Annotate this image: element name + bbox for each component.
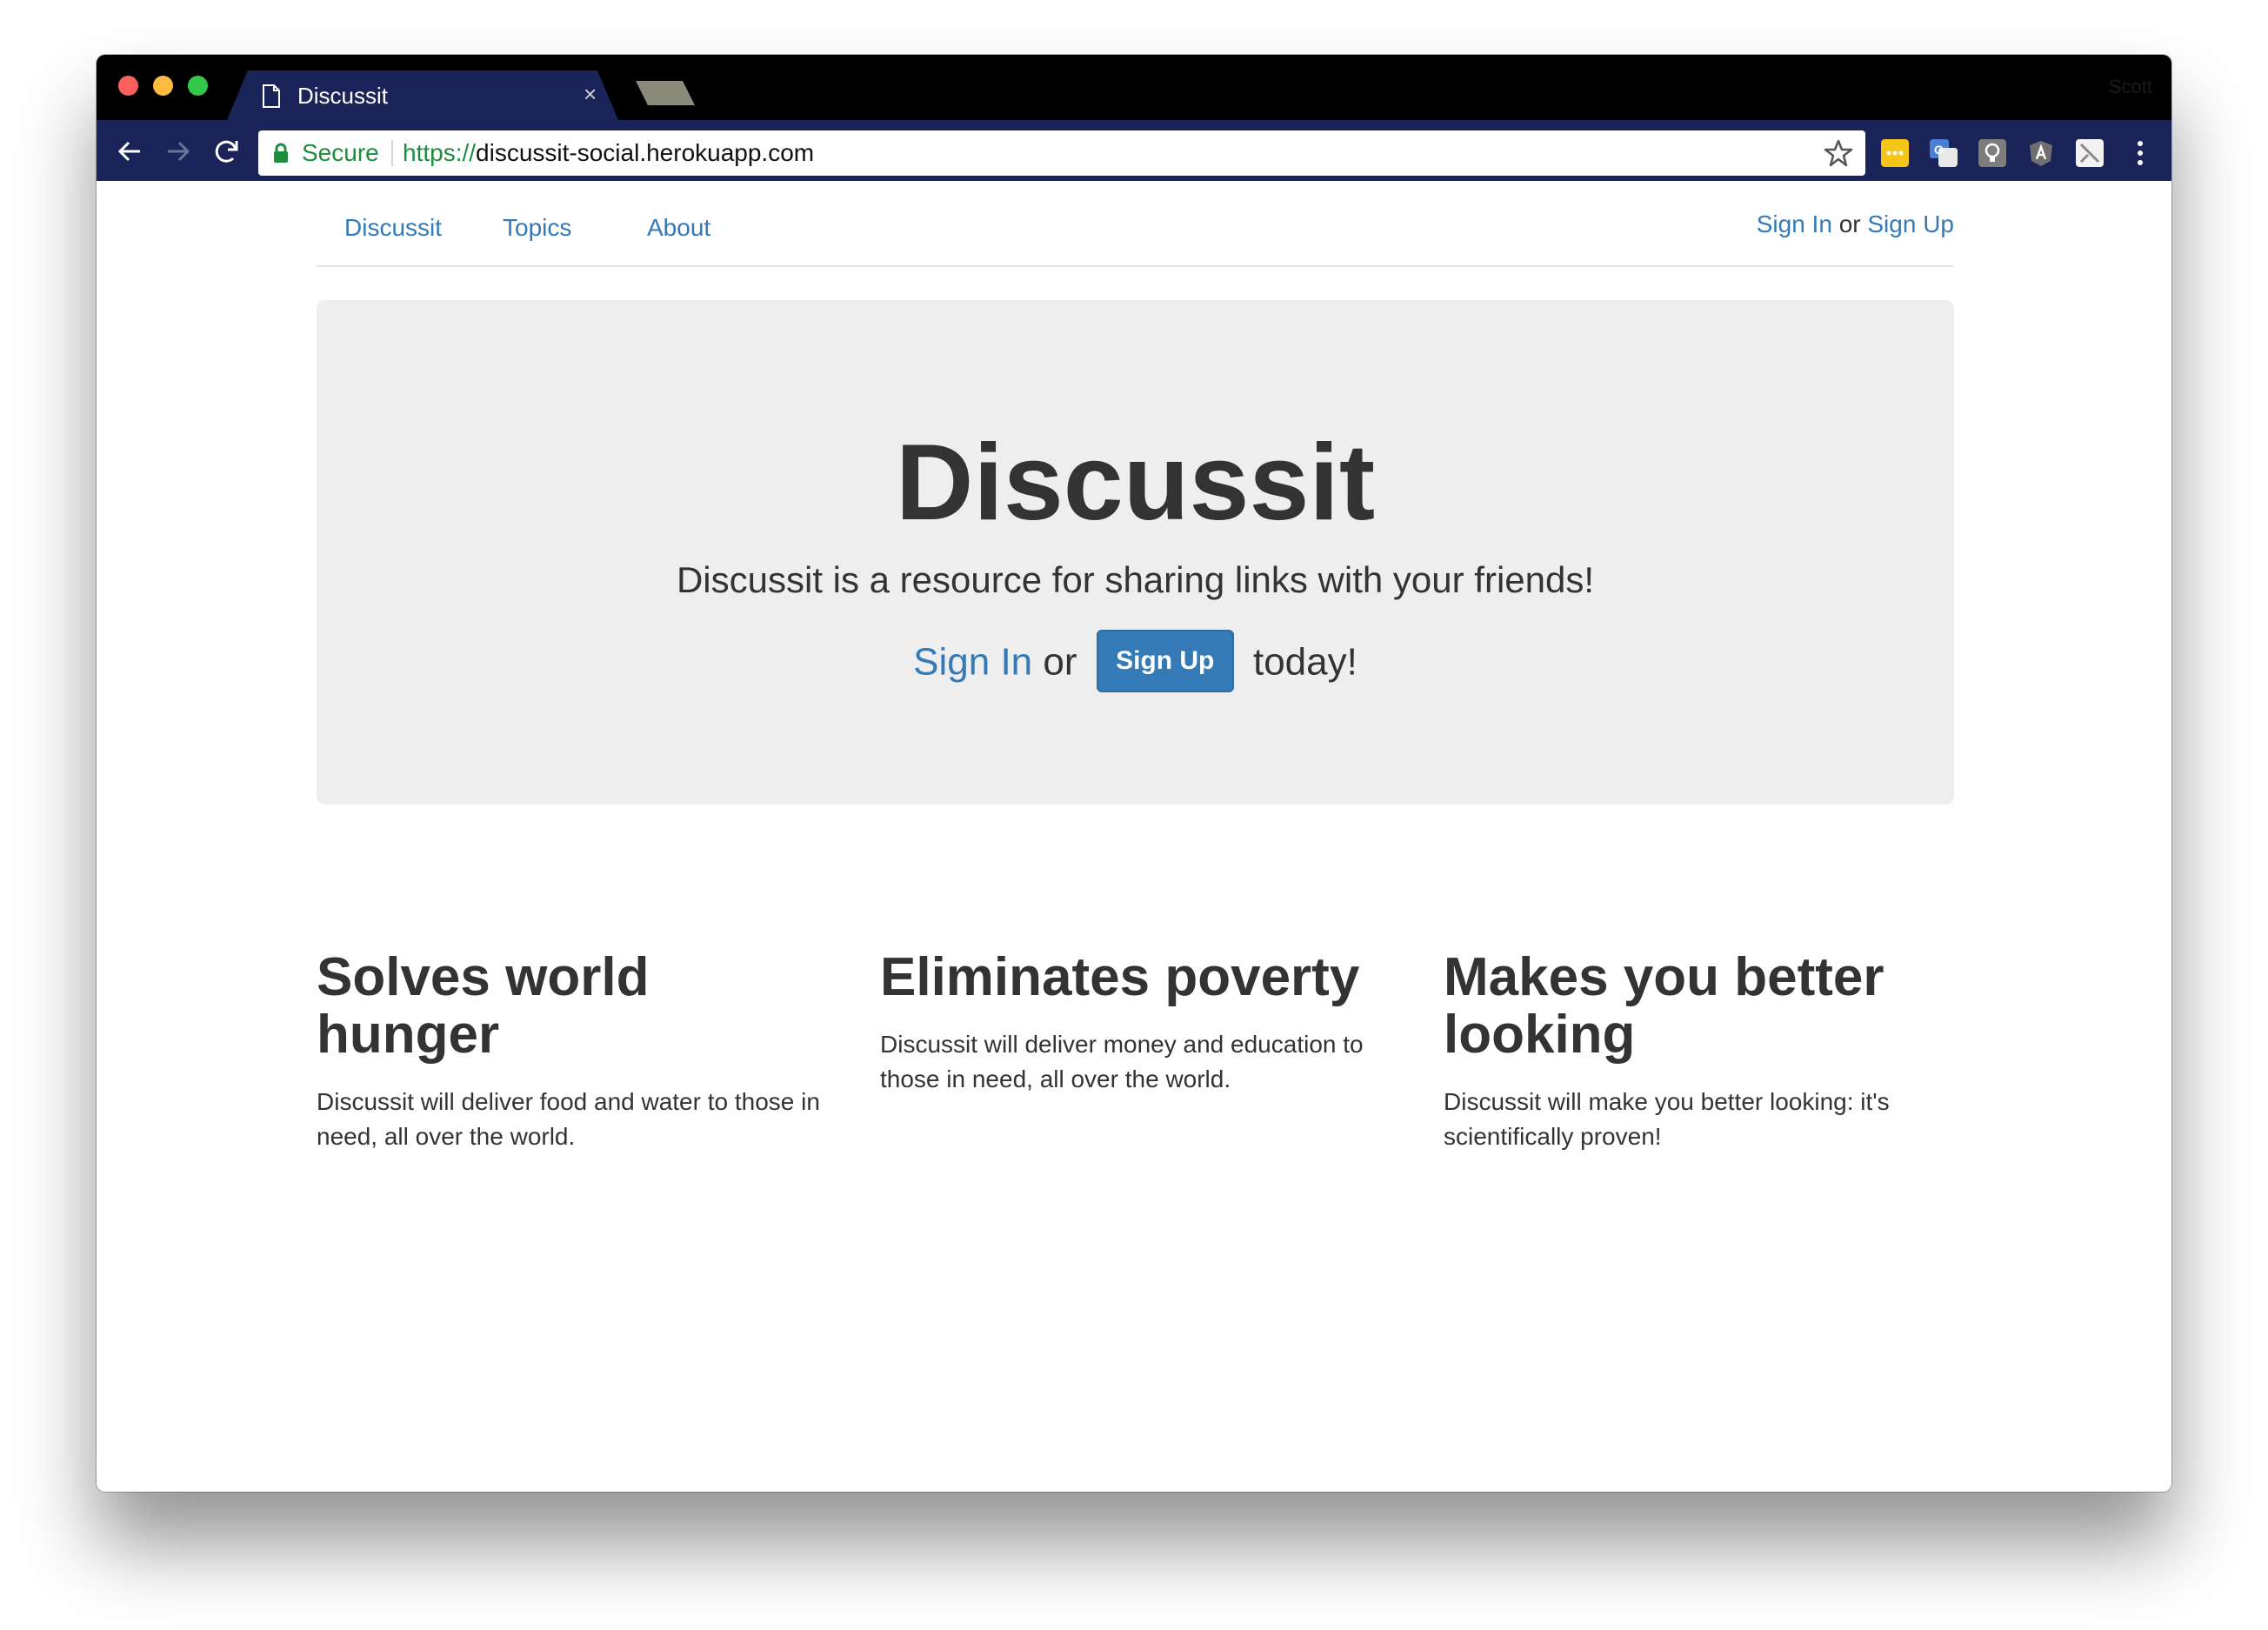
menu-dots-icon[interactable] [2136,139,2145,167]
tab-close-icon[interactable]: × [584,81,597,107]
nav-link-discussit[interactable]: Discussit [344,214,442,242]
url-text[interactable]: https://discussit-social.herokuapp.com [403,139,814,167]
nav-sign-in-link[interactable]: Sign In [1757,210,1832,237]
hero-lead: Discussit is a resource for sharing link… [676,559,1595,600]
star-icon[interactable] [1824,138,1853,168]
maximize-window-button[interactable] [188,76,208,96]
feature-heading: Makes you better looking [1444,947,1884,1065]
forward-arrow-icon[interactable] [164,137,192,165]
bulb-extension-icon[interactable] [1978,139,2006,167]
page-content: Discussit Topics About Sign In or Sign U… [97,181,2171,1492]
svg-text:G: G [1934,143,1944,157]
hero-cta: Sign In or Sign Up today! [317,630,1954,696]
lock-icon [274,143,288,163]
feature-column: Eliminates poverty Discussit will delive… [880,949,1384,1097]
hero-jumbotron: Discussit Discussit is a resource for sh… [317,300,1954,805]
nav-sign-up-link[interactable]: Sign Up [1867,210,1954,237]
tab-strip: Discussit × Scott [97,55,2171,120]
secure-label: Secure [302,139,379,166]
hero-suffix-text: today! [1252,640,1357,684]
new-tab-button[interactable] [636,79,695,107]
profile-name[interactable]: Scott [2109,76,2152,98]
browser-toolbar: Secure https://discussit-social.herokuap… [97,120,2171,181]
url-scheme: https:// [403,139,477,166]
extension-icon[interactable] [2076,139,2104,167]
reload-icon[interactable] [213,137,241,165]
translate-extension-icon[interactable]: G [1930,139,1958,167]
hero-sign-up-button[interactable]: Sign Up [1096,630,1234,692]
feature-column: Makes you better looking Discussit will … [1444,949,1948,1154]
feature-heading: Eliminates poverty [880,947,1360,1007]
nav-link-topics[interactable]: Topics [503,214,571,242]
feature-body: Discussit will make you better looking: … [1444,1088,1890,1150]
feature-heading: Solves world hunger [317,947,650,1065]
page-icon [263,84,280,108]
nav-link-about[interactable]: About [647,214,710,242]
feature-column: Solves world hunger Discussit will deliv… [317,949,821,1154]
address-divider [391,140,393,166]
back-arrow-icon[interactable] [116,137,143,165]
hero-sign-in-link[interactable]: Sign In [913,641,1032,684]
site-navbar: Discussit Topics About Sign In or Sign U… [317,181,1954,267]
minimize-window-button[interactable] [153,76,173,96]
feature-body: Discussit will deliver food and water to… [317,1088,820,1150]
tab-discussit[interactable]: Discussit × [227,70,618,120]
browser-window: Discussit × Scott Secure https://discuss… [97,55,2171,1492]
hero-title: Discussit [895,423,1376,543]
angular-extension-icon[interactable] [2027,139,2055,167]
address-bar[interactable]: Secure https://discussit-social.herokuap… [258,130,1865,176]
nav-or-text: or [1838,210,1861,237]
feature-body: Discussit will deliver money and educati… [880,1031,1364,1092]
tab-background [227,70,618,120]
hero-or-text: or [1043,640,1077,684]
lastpass-extension-icon[interactable] [1881,139,1909,167]
close-window-button[interactable] [118,76,138,96]
tab-title: Discussit [297,83,389,109]
nav-auth: Sign In or Sign Up [1757,210,1954,238]
url-host: discussit-social.herokuapp.com [476,139,815,166]
